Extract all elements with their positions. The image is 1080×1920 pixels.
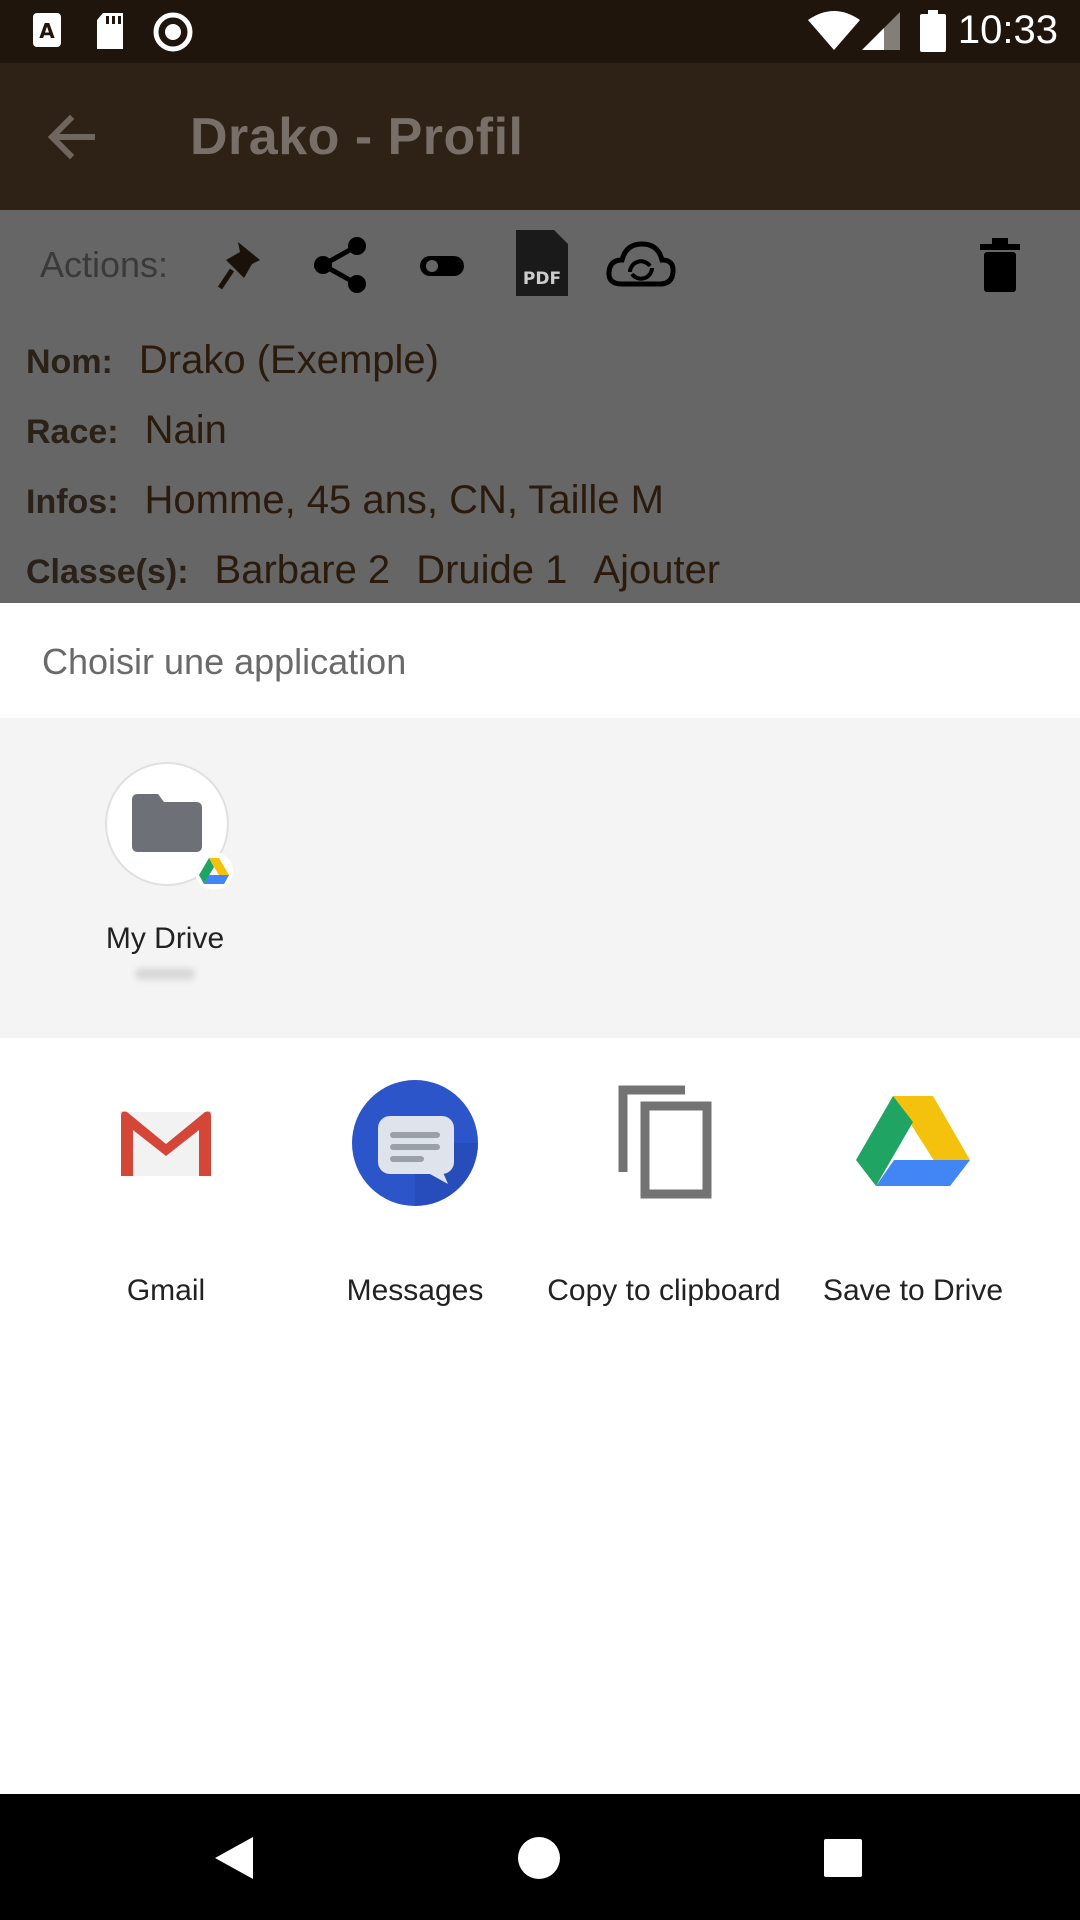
app-label: Gmail: [126, 1274, 206, 1307]
classes-label: Classe(s):: [26, 553, 189, 591]
nav-back-icon[interactable]: [213, 1835, 255, 1881]
actions-label: Actions:: [40, 244, 169, 285]
svg-text:PDF: PDF: [523, 269, 561, 289]
app-label: Messages: [346, 1274, 484, 1307]
gmail-icon: [120, 1110, 212, 1176]
profile-content: Actions: PDF Nom: Drako (Exemple) Race: Na…: [0, 210, 1080, 603]
status-bar: A 10:33: [0, 0, 1080, 63]
infos-value: Homme, 45 ans, CN, Taille M: [144, 478, 664, 522]
google-drive-icon: [856, 1096, 970, 1186]
svg-text:A: A: [39, 19, 55, 43]
app-messages[interactable]: Messages: [290, 1078, 540, 1308]
chooser-header: Choisir une application: [0, 603, 1080, 718]
add-class-button[interactable]: Ajouter: [593, 548, 720, 592]
clock: 10:33: [957, 8, 1058, 52]
race-value: Nain: [144, 408, 227, 452]
google-drive-icon: [199, 858, 229, 884]
copy-icon: [618, 1085, 712, 1199]
direct-share-row: My Drive: [0, 718, 1080, 1038]
pdf-icon[interactable]: PDF: [516, 230, 568, 296]
app-gmail[interactable]: Gmail: [41, 1078, 291, 1308]
battery-icon: [920, 10, 946, 52]
keyboard-a-icon: A: [33, 13, 61, 47]
app-bar: Drako - Profil: [0, 63, 1080, 210]
cloud-sync-icon[interactable]: [606, 238, 676, 290]
race-row: Race: Nain: [26, 408, 227, 453]
class-druide[interactable]: Druide 1: [416, 548, 567, 592]
my-drive-label: My Drive: [105, 922, 225, 955]
infos-row: Infos: Homme, 45 ans, CN, Taille M: [26, 478, 664, 523]
signal-icon: [862, 12, 900, 50]
my-drive-account-blurred: [135, 968, 195, 980]
folder-icon: [132, 794, 202, 852]
infos-label: Infos:: [26, 483, 119, 521]
wifi-icon: [808, 11, 860, 50]
apps-row: Gmail Messages Copy to clipboard Save to…: [0, 1038, 1080, 1338]
nom-row: Nom: Drako (Exemple): [26, 338, 439, 383]
page-title: Drako - Profil: [190, 108, 524, 166]
app-save-to-drive[interactable]: Save to Drive: [788, 1078, 1038, 1308]
share-icon[interactable]: [313, 236, 369, 294]
direct-share-my-drive[interactable]: My Drive: [0, 718, 330, 1018]
record-icon: [153, 12, 193, 52]
navigation-bar: [0, 1794, 1080, 1920]
sd-card-icon: [97, 13, 123, 49]
back-arrow-icon[interactable]: [44, 109, 100, 165]
drive-badge: [195, 852, 233, 890]
toggle-icon[interactable]: [420, 254, 464, 278]
nom-value: Drako (Exemple): [138, 338, 439, 382]
messages-icon: [352, 1080, 478, 1206]
app-label: Save to Drive: [822, 1274, 1004, 1307]
nom-label: Nom:: [26, 343, 113, 381]
class-barbare[interactable]: Barbare 2: [215, 548, 391, 592]
pin-icon[interactable]: [218, 238, 266, 292]
delete-icon[interactable]: [978, 238, 1022, 292]
app-copy-to-clipboard[interactable]: Copy to clipboard: [539, 1078, 789, 1308]
race-label: Race:: [26, 413, 119, 451]
app-label: Copy to clipboard: [547, 1274, 781, 1307]
chooser-title: Choisir une application: [42, 641, 407, 682]
nav-home-icon[interactable]: [517, 1836, 561, 1880]
nav-recents-icon[interactable]: [823, 1838, 863, 1878]
classes-row: Classe(s): Barbare 2 Druide 1 Ajouter: [26, 548, 720, 593]
